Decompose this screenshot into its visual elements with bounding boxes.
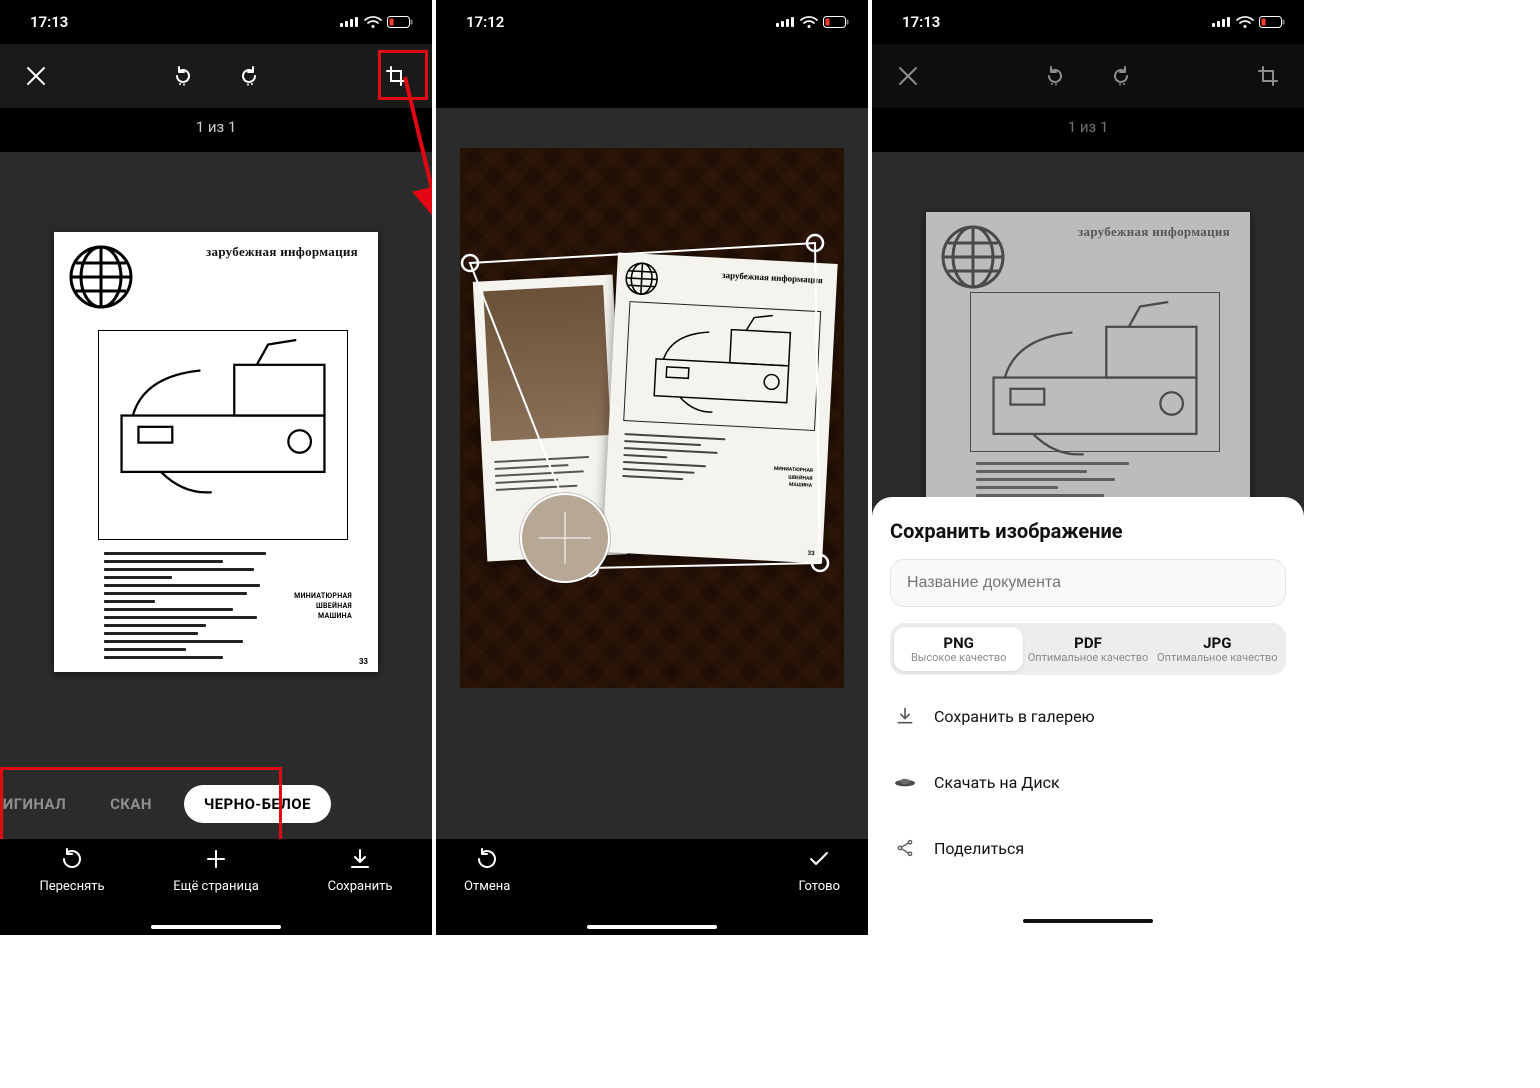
action-bar: Переснять Ещё страница Сохранить (0, 839, 432, 935)
filter-bw[interactable]: ЧЕРНО-БЕЛОЕ (184, 785, 331, 823)
wifi-icon (1236, 16, 1254, 29)
edit-toolbar (0, 44, 432, 108)
page-counter: 1 из 1 (872, 108, 1304, 152)
check-icon (807, 847, 831, 871)
format-segmented: PNG Высокое качество PDF Оптимальное кач… (890, 623, 1286, 675)
battery-icon (1259, 16, 1286, 28)
doc-pagenum: 33 (807, 550, 814, 557)
crop-action-bar: Отмена Готово (436, 839, 868, 935)
rotate-right-icon (1109, 64, 1133, 88)
share-icon (894, 837, 916, 859)
save-to-disk[interactable]: Скачать на Диск (890, 757, 1286, 807)
doc-side-caption: МИНИАТЮРНАЯШВЕЙНАЯМАШИНА (773, 466, 813, 491)
document-preview[interactable]: зарубежная информация МИНИАТЮРНАЯ ШВЕЙНА… (54, 232, 378, 672)
home-indicator (1023, 919, 1153, 923)
doc-side-caption: МИНИАТЮРНАЯ ШВЕЙНАЯ МАШИНА (294, 592, 352, 621)
format-jpg[interactable]: JPG Оптимальное качество (1153, 627, 1282, 671)
save-sheet: Сохранить изображение PNG Высокое качест… (872, 497, 1304, 935)
status-time: 17:13 (902, 13, 940, 31)
close-icon (24, 64, 48, 88)
retake-icon (60, 847, 84, 871)
sheet-title: Сохранить изображение (890, 519, 1286, 543)
status-time: 17:12 (466, 13, 504, 31)
filter-original[interactable]: ОРИГИНАЛ (0, 785, 78, 823)
edit-toolbar-dimmed (872, 44, 1304, 108)
save-to-gallery[interactable]: Сохранить в галерею (890, 691, 1286, 741)
format-png[interactable]: PNG Высокое качество (894, 627, 1023, 671)
status-bar: 17:12 (436, 0, 868, 44)
disk-icon (894, 771, 916, 793)
globe-icon (940, 224, 1006, 290)
save-button[interactable]: Сохранить (288, 845, 432, 917)
close-icon (896, 64, 920, 88)
rotate-right-button[interactable] (221, 48, 277, 104)
done-button[interactable]: Готово (798, 845, 840, 917)
close-button[interactable] (8, 48, 64, 104)
wifi-icon (364, 16, 382, 29)
rotate-left-icon (171, 64, 195, 88)
rotate-left-button[interactable] (1027, 48, 1083, 104)
screen-save-sheet: 17:13 1 из 1 зарубежная информация (872, 0, 1304, 935)
screen-edit: 17:13 1 из 1 зарубежная информация (0, 0, 432, 935)
crop-icon (384, 64, 408, 88)
crop-photo[interactable]: зарубежная информация МИНИАТЮРНАЯШВЕЙНАЯ… (460, 148, 844, 688)
page-counter: 1 из 1 (0, 108, 432, 152)
signal-icon (776, 16, 795, 28)
filter-scan[interactable]: СКАН (98, 785, 164, 823)
add-page-button[interactable]: Ещё страница (144, 845, 288, 917)
status-time: 17:13 (30, 13, 68, 31)
doc-heading: зарубежная информация (1078, 224, 1230, 240)
globe-icon (68, 244, 134, 310)
magnifier-loupe (520, 493, 610, 583)
battery-icon (387, 16, 414, 28)
doc-text-column (104, 552, 274, 664)
globe-icon (624, 261, 660, 297)
doc-figure-box (98, 330, 348, 540)
filename-input[interactable] (890, 559, 1286, 607)
crop-icon (1256, 64, 1280, 88)
download-icon (894, 705, 916, 727)
signal-icon (340, 16, 359, 28)
battery-icon (823, 16, 850, 28)
retry-icon (475, 847, 499, 871)
plus-icon (204, 847, 228, 871)
cancel-button[interactable]: Отмена (464, 845, 510, 917)
rotate-left-icon (1043, 64, 1067, 88)
crop-button[interactable] (1240, 48, 1296, 104)
status-bar: 17:13 (0, 0, 432, 44)
home-indicator (587, 925, 717, 929)
filter-row: ОРИГИНАЛ СКАН ЧЕРНО-БЕЛОЕ (0, 773, 432, 835)
doc-figure-box (970, 292, 1220, 452)
rotate-left-button[interactable] (155, 48, 211, 104)
screen-crop: 17:12 зарубежная информация (436, 0, 868, 935)
crop-button[interactable] (368, 48, 424, 104)
retake-button[interactable]: Переснять (0, 845, 144, 917)
home-indicator (151, 925, 281, 929)
download-icon (348, 847, 372, 871)
signal-icon (1212, 16, 1231, 28)
doc-heading: зарубежная информация (722, 270, 823, 285)
status-bar: 17:13 (872, 0, 1304, 44)
document-preview-dimmed: зарубежная информация (926, 212, 1250, 542)
rotate-right-button[interactable] (1093, 48, 1149, 104)
close-button[interactable] (880, 48, 936, 104)
rotate-right-icon (237, 64, 261, 88)
share[interactable]: Поделиться (890, 823, 1286, 873)
wifi-icon (800, 16, 818, 29)
format-pdf[interactable]: PDF Оптимальное качество (1023, 627, 1152, 671)
doc-heading: зарубежная информация (206, 244, 358, 260)
doc-pagenum: 33 (359, 657, 368, 666)
